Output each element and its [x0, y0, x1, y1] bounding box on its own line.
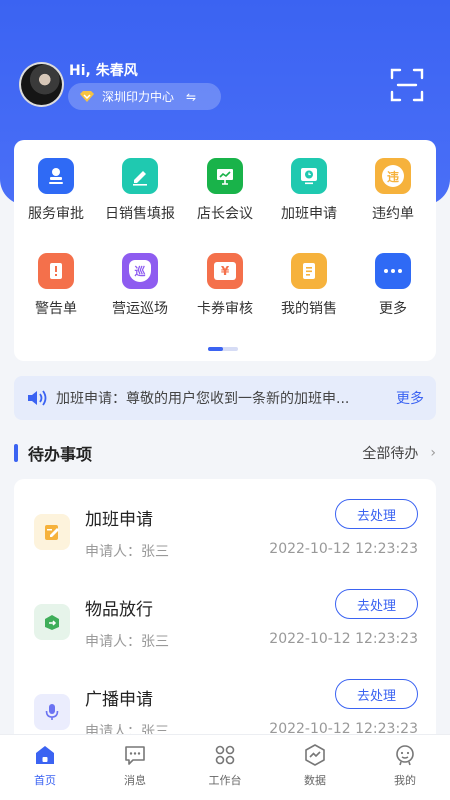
bottom-tab-bar: 首页 消息 工作台 数据 我的	[0, 734, 450, 800]
tab-label: 消息	[124, 774, 146, 787]
todo-list: 加班申请 申请人：张三 2022-10-12 12:23:23 去处理 物品放行…	[14, 479, 436, 759]
chevron-right-icon[interactable]: ›	[430, 445, 436, 461]
todo-applicant: 申请人：张三	[85, 544, 169, 560]
notice-text: 加班申请：尊敬的用户您收到一条新的加班申...	[56, 391, 350, 407]
speaker-icon	[28, 390, 47, 406]
function-service-approval[interactable]: 服务审批	[14, 158, 98, 223]
function-label: 违约单	[372, 206, 414, 222]
violation-icon: 违	[375, 158, 411, 194]
function-label: 店长会议	[197, 206, 253, 222]
data-icon	[305, 744, 325, 766]
section-accent-bar	[14, 444, 18, 462]
function-label: 日销售填报	[105, 206, 175, 222]
function-label: 警告单	[35, 301, 77, 317]
function-label: 更多	[379, 301, 407, 317]
stamp-icon	[38, 158, 74, 194]
tab-label: 首页	[34, 774, 56, 787]
message-icon	[125, 746, 145, 765]
todo-title: 物品放行	[85, 600, 153, 620]
handle-button[interactable]: 去处理	[335, 589, 418, 619]
sales-doc-icon	[291, 253, 327, 289]
handle-button[interactable]: 去处理	[335, 499, 418, 529]
function-more[interactable]: 更多	[351, 253, 435, 318]
notice-bar[interactable]: 加班申请：尊敬的用户您收到一条新的加班申... 更多	[14, 376, 436, 420]
tab-profile[interactable]: 我的	[360, 743, 450, 788]
handle-button[interactable]: 去处理	[335, 679, 418, 709]
coupon-glyph: ¥	[214, 262, 236, 280]
diamond-badge-icon	[80, 91, 94, 102]
function-label: 加班申请	[281, 206, 337, 222]
clock-screen-icon	[291, 158, 327, 194]
tab-label: 工作台	[208, 774, 242, 787]
tab-messages[interactable]: 消息	[90, 743, 180, 788]
todo-title: 加班申请	[85, 510, 153, 530]
tab-label: 我的	[394, 774, 416, 787]
org-name: 深圳印力中心	[102, 90, 175, 104]
presentation-icon	[207, 158, 243, 194]
function-warning[interactable]: 警告单	[14, 253, 98, 318]
user-avatar[interactable]	[19, 62, 64, 107]
todo-item-overtime[interactable]: 加班申请 申请人：张三 2022-10-12 12:23:23 去处理	[14, 479, 436, 569]
function-label: 我的销售	[281, 301, 337, 317]
todo-section-title: 待办事项	[28, 445, 93, 464]
todo-time: 2022-10-12 12:23:23	[269, 541, 418, 557]
more-dots-icon	[375, 253, 411, 289]
goods-release-icon	[34, 604, 70, 640]
violation-glyph: 违	[382, 165, 404, 187]
tab-label: 数据	[304, 774, 326, 787]
function-label: 卡券审核	[197, 301, 253, 317]
todo-time: 2022-10-12 12:23:23	[269, 631, 418, 647]
tab-workbench[interactable]: 工作台	[180, 743, 270, 788]
warning-icon	[38, 253, 74, 289]
org-switcher[interactable]: 深圳印力中心 ⇋	[68, 83, 221, 110]
todo-item-goods-release[interactable]: 物品放行 申请人：张三 2022-10-12 12:23:23 去处理	[14, 569, 436, 659]
workbench-icon	[215, 745, 235, 765]
function-overtime[interactable]: 加班申请	[267, 158, 351, 223]
coupon-icon: ¥	[207, 253, 243, 289]
function-daily-sales[interactable]: 日销售填报	[98, 158, 182, 223]
function-label: 服务审批	[28, 206, 84, 222]
function-coupon-review[interactable]: ¥ 卡券审核	[183, 253, 267, 318]
notice-more-link[interactable]: 更多	[396, 388, 424, 408]
profile-icon	[396, 745, 414, 766]
function-manager-meeting[interactable]: 店长会议	[183, 158, 267, 223]
patrol-shield-icon: 巡	[122, 253, 158, 289]
microphone-icon	[34, 694, 70, 730]
patrol-glyph: 巡	[129, 260, 151, 282]
greeting-text: Hi, 朱春风	[69, 63, 138, 79]
overtime-edit-icon	[34, 514, 70, 550]
tab-home[interactable]: 首页	[0, 743, 90, 788]
function-patrol[interactable]: 巡 营运巡场	[98, 253, 182, 318]
all-todos-link[interactable]: 全部待办	[362, 443, 418, 463]
function-my-sales[interactable]: 我的销售	[267, 253, 351, 318]
swap-icon: ⇋	[186, 89, 197, 104]
todo-title: 广播申请	[85, 690, 153, 710]
function-violation[interactable]: 违 违约单	[351, 158, 435, 223]
scan-icon[interactable]	[390, 68, 424, 102]
edit-icon	[122, 158, 158, 194]
todo-section-header: 待办事项 全部待办 ›	[14, 440, 436, 466]
page-indicator	[208, 347, 238, 351]
home-icon	[36, 746, 54, 764]
tab-data[interactable]: 数据	[270, 743, 360, 788]
function-label: 营运巡场	[112, 301, 168, 317]
todo-applicant: 申请人：张三	[85, 634, 169, 650]
